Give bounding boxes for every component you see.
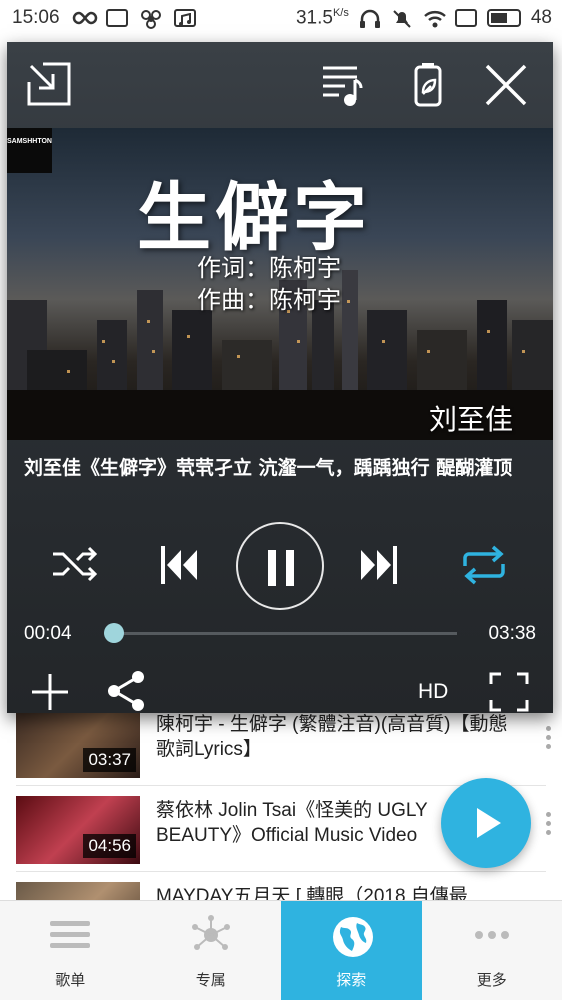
- status-right: 31.5K/s 48: [296, 7, 552, 29]
- wifi-icon: [423, 9, 446, 28]
- video-player[interactable]: SAMSHHTON 生僻字 作词：陈柯宇 作曲：陈柯宇 刘至佳: [7, 128, 553, 440]
- mini-player-popup: SAMSHHTON 生僻字 作词：陈柯宇 作曲：陈柯宇 刘至佳 刘至佳《生僻字》…: [7, 42, 553, 713]
- artist-watermark: 刘至佳: [428, 403, 513, 436]
- lyricist-credit: 作词：陈柯宇: [197, 254, 341, 282]
- seek-bar[interactable]: [107, 632, 457, 635]
- play-fab-button[interactable]: [441, 778, 531, 868]
- tab-explore[interactable]: 探索: [281, 901, 422, 1000]
- quality-label[interactable]: HD: [418, 680, 448, 704]
- duration-badge: 04:56: [83, 834, 136, 858]
- share-icon[interactable]: [106, 670, 146, 713]
- battery-level: 48: [530, 7, 552, 29]
- composer-credit: 作曲：陈柯宇: [197, 286, 341, 314]
- tab-exclusive[interactable]: 专属: [141, 901, 282, 1000]
- headphones-icon: [359, 9, 381, 29]
- seek-handle[interactable]: [104, 623, 124, 643]
- minimize-icon[interactable]: [25, 60, 75, 110]
- duration-badge: 03:37: [83, 748, 136, 772]
- globe-icon: [331, 915, 374, 957]
- tab-label: 专属: [195, 971, 226, 989]
- now-playing-title: 刘至佳《生僻字》茕茕孑立 沆瀣一气，踽踽独行 醍醐灌顶: [24, 457, 513, 479]
- fullscreen-icon[interactable]: [489, 672, 529, 713]
- tab-more[interactable]: 更多: [422, 901, 562, 1000]
- play-icon: [477, 808, 501, 838]
- tab-label: 更多: [476, 971, 507, 989]
- tab-label: 探索: [336, 971, 367, 989]
- screen-icon: [454, 9, 477, 28]
- repeat-icon[interactable]: [459, 544, 509, 590]
- pause-icon: [268, 550, 276, 586]
- video-thumbnail[interactable]: 04:56: [16, 796, 140, 864]
- player-bottom-bar: HD: [7, 654, 553, 713]
- list-icon: [50, 915, 91, 955]
- playback-controls: [7, 520, 553, 610]
- tab-playlists[interactable]: 歌单: [0, 901, 141, 1000]
- next-icon[interactable]: [359, 544, 399, 590]
- video-thumbnail[interactable]: 03:37: [16, 710, 140, 778]
- player-toolbar: [7, 42, 553, 128]
- total-time: 03:38: [488, 623, 536, 644]
- battery-saver-icon[interactable]: [403, 60, 453, 110]
- item-title[interactable]: 陳柯宇 - 生僻字 (繁體注音)(高音質)【動態歌詞Lyrics】: [156, 712, 516, 764]
- infinity-icon: [72, 9, 97, 27]
- pause-button[interactable]: [236, 522, 324, 610]
- network-icon: [191, 915, 231, 955]
- playlist-icon[interactable]: [317, 60, 367, 110]
- shuffle-icon[interactable]: [51, 544, 99, 588]
- status-left: 15:06: [12, 7, 196, 29]
- previous-icon[interactable]: [159, 544, 199, 590]
- image-notification-icon: [105, 9, 128, 27]
- network-speed-unit: K/s: [332, 7, 349, 19]
- channel-logo: SAMSHHTON: [7, 128, 52, 173]
- network-speed: 31.5K/s: [296, 7, 349, 29]
- more-options-icon[interactable]: [546, 812, 552, 838]
- channel-logo-text: SAMSHHTON: [7, 138, 52, 145]
- network-speed-value: 31.5: [295, 7, 333, 29]
- tab-label: 歌单: [55, 971, 86, 989]
- add-icon[interactable]: [30, 672, 70, 713]
- clock: 15:06: [12, 7, 60, 28]
- fan-icon: [140, 9, 162, 29]
- more-dots-icon: [472, 915, 512, 955]
- bottom-nav: 歌单 专属 探索 更多: [0, 900, 562, 1000]
- current-time: 00:04: [24, 623, 72, 644]
- battery-icon: [486, 9, 521, 28]
- close-icon[interactable]: [481, 60, 531, 110]
- more-options-icon[interactable]: [546, 726, 552, 752]
- pause-icon-bar: [286, 550, 294, 586]
- status-bar: 15:06 31.5K/s 48: [0, 0, 562, 36]
- music-notification-icon: [173, 9, 196, 27]
- mute-icon: [391, 9, 413, 28]
